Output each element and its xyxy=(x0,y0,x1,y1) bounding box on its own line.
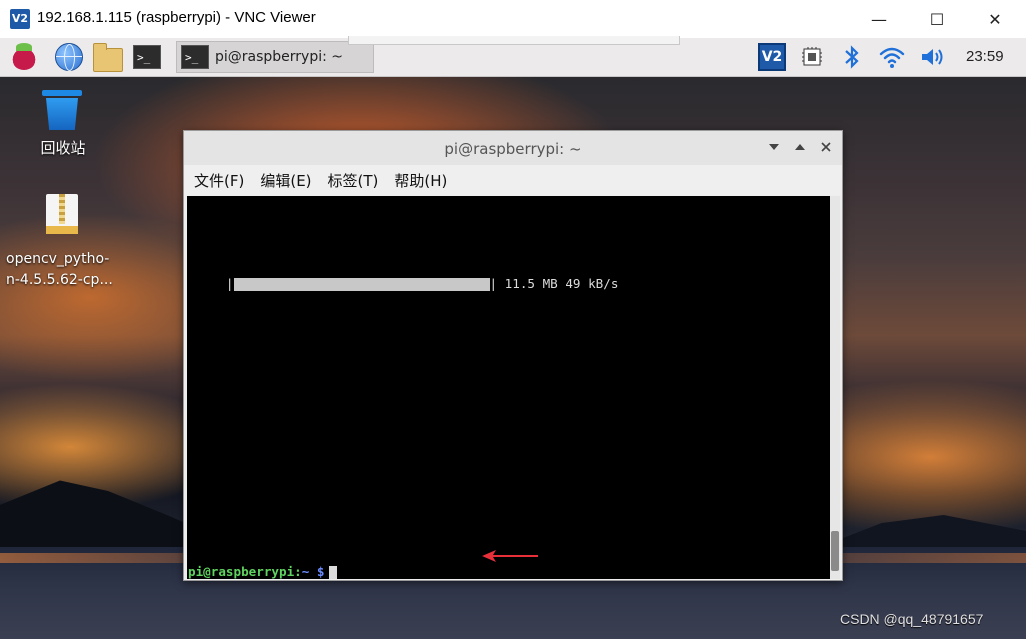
vnc-server-tray-icon[interactable]: V2 xyxy=(756,41,788,73)
file-manager-icon[interactable] xyxy=(92,41,124,73)
terminal-menu-bar: 文件(F) 编辑(E) 标签(T) 帮助(H) xyxy=(184,165,842,195)
raspberry-menu-icon[interactable] xyxy=(8,41,40,73)
minimize-button[interactable]: — xyxy=(850,0,908,38)
prompt-path: ~ $ xyxy=(301,564,325,579)
terminal-window: pi@raspberrypi: ~ 文件(F) 编辑(E) 标签(T) 帮助(H… xyxy=(183,130,843,581)
terminal-launcher-icon[interactable]: >_ xyxy=(131,41,163,73)
prompt-user: pi@raspberrypi xyxy=(188,564,295,579)
zip-archive-icon xyxy=(46,194,78,234)
window-title: 192.168.1.115 (raspberrypi) - VNC Viewer xyxy=(37,9,316,26)
vnc-title-bar: V2 192.168.1.115 (raspberrypi) - VNC Vie… xyxy=(0,0,1026,39)
terminal-maximize-icon[interactable] xyxy=(793,140,807,154)
download-progress-bar xyxy=(233,278,490,291)
menu-edit[interactable]: 编辑(E) xyxy=(260,170,311,191)
terminal-icon: >_ xyxy=(181,45,209,69)
terminal-title-bar[interactable]: pi@raspberrypi: ~ xyxy=(184,131,842,165)
annotation-arrow-icon xyxy=(482,550,538,562)
maximize-button[interactable]: ☐ xyxy=(908,0,966,38)
trash-icon xyxy=(42,90,82,130)
terminal-title: pi@raspberrypi: ~ xyxy=(444,140,582,158)
bluetooth-icon[interactable] xyxy=(836,41,868,73)
cpu-monitor-tray-icon[interactable] xyxy=(796,41,828,73)
terminal-scrollbar[interactable] xyxy=(830,196,840,579)
terminal-close-icon[interactable] xyxy=(819,140,833,154)
close-button[interactable]: ✕ xyxy=(966,0,1024,38)
terminal-minimize-icon[interactable] xyxy=(767,140,781,154)
vnc-logo-icon: V2 xyxy=(10,9,30,29)
clock[interactable]: 23:59 xyxy=(966,48,1004,65)
terminal-cursor xyxy=(328,565,337,579)
terminal-output[interactable]: | | 11.5 MB 49 kB/s pi@raspberrypi:~ $ xyxy=(187,196,830,579)
taskbar-terminal-window-button[interactable]: >_ pi@raspberrypi: ~ xyxy=(176,41,374,73)
menu-file[interactable]: 文件(F) xyxy=(194,170,244,191)
web-browser-icon[interactable] xyxy=(53,41,85,73)
prompt-separator: : xyxy=(294,564,302,579)
volume-icon[interactable] xyxy=(916,41,948,73)
desktop-icon-label: opencv_pytho- n-4.5.5.62-cp... xyxy=(6,251,113,288)
terminal-line: | | 11.5 MB 49 kB/s xyxy=(188,276,619,291)
wallpaper-hills xyxy=(820,515,1026,547)
scrollbar-thumb[interactable] xyxy=(831,531,839,571)
menu-tabs[interactable]: 标签(T) xyxy=(328,170,379,191)
taskbar-task-label: pi@raspberrypi: ~ xyxy=(215,49,344,65)
desktop-icon-label: 回收站 xyxy=(40,139,86,157)
terminal-prompt-line[interactable]: pi@raspberrypi:~ $ xyxy=(188,564,830,579)
menu-help[interactable]: 帮助(H) xyxy=(394,170,447,191)
watermark: CSDN @qq_48791657 xyxy=(840,611,984,627)
wifi-icon[interactable] xyxy=(876,41,908,73)
vnc-toolbar-dropdown-tab[interactable] xyxy=(348,36,680,45)
